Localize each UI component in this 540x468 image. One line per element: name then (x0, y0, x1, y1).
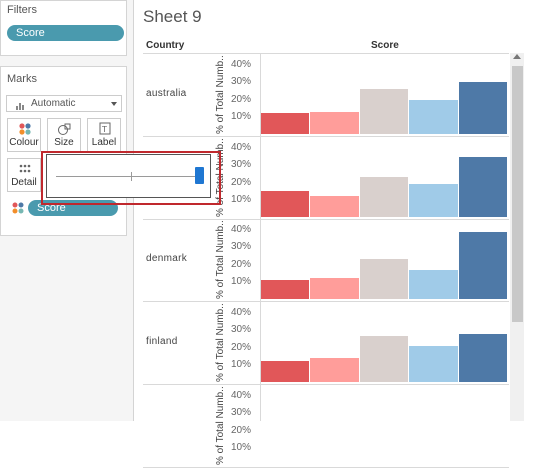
y-tick-label: 40% (231, 142, 252, 154)
y-tick-label: 10% (231, 193, 252, 205)
y-tick-label: 30% (231, 159, 252, 171)
size-slider-midpoint (131, 172, 132, 181)
mark-type-label: Automatic (31, 98, 76, 109)
pane-divider (261, 301, 509, 302)
filters-title: Filters (7, 4, 37, 16)
left-shelf-panel: Filters Score Marks Automatic Colour Siz… (0, 0, 134, 421)
y-tick-label: 10% (231, 441, 252, 453)
chevron-down-icon (111, 102, 117, 106)
score-column-header[interactable]: Score (371, 40, 399, 51)
score-bar[interactable] (458, 82, 507, 134)
y-tick-label: 20% (231, 176, 252, 188)
filters-card: Filters Score (0, 0, 127, 56)
size-label: Size (54, 137, 74, 148)
y-tick-label: 40% (231, 307, 252, 319)
text-label-icon: T (88, 122, 120, 136)
y-tick-label: 40% (231, 59, 252, 71)
score-bar[interactable] (458, 333, 507, 382)
detail-dots-icon (8, 162, 40, 176)
y-tick-label: 30% (231, 241, 252, 253)
filter-score-pill[interactable]: Score (7, 25, 124, 41)
score-bar[interactable] (409, 345, 458, 382)
pane-divider (143, 136, 261, 137)
country-row-label[interactable]: australia (146, 88, 187, 99)
score-bar[interactable] (409, 99, 458, 134)
score-bar[interactable] (409, 269, 458, 299)
sheet-title: Sheet 9 (143, 7, 202, 26)
pane-divider (261, 136, 509, 137)
score-bar[interactable] (409, 184, 458, 217)
y-axis-title: % of Total Numb.. (215, 55, 226, 134)
colour-button[interactable]: Colour (7, 118, 41, 152)
bar-chart-icon (16, 100, 25, 110)
score-bar[interactable] (359, 89, 409, 134)
score-bar[interactable] (261, 191, 310, 217)
size-button[interactable]: Size (47, 118, 81, 152)
y-tick-label: 30% (231, 324, 252, 336)
pane-divider (261, 219, 509, 220)
y-axis-title: % of Total Numb.. (215, 386, 226, 465)
axis-divider (260, 54, 261, 421)
y-tick-label: 10% (231, 110, 252, 122)
colour-dots-icon (8, 122, 40, 136)
marks-title: Marks (7, 73, 37, 85)
svg-text:T: T (101, 125, 107, 134)
y-tick-label: 10% (231, 358, 252, 370)
score-bar[interactable] (310, 196, 359, 217)
detail-label: Detail (11, 177, 37, 188)
mark-type-dropdown[interactable]: Automatic (6, 95, 122, 112)
y-tick-label: 40% (231, 390, 252, 402)
score-bar[interactable] (310, 357, 359, 382)
score-bar[interactable] (310, 111, 359, 134)
pane-divider (261, 384, 509, 385)
scroll-up-icon[interactable] (513, 54, 521, 59)
y-tick-label: 20% (231, 258, 252, 270)
y-tick-label: 30% (231, 76, 252, 88)
pane-divider (143, 301, 261, 302)
detail-button[interactable]: Detail (7, 158, 41, 192)
y-tick-label: 30% (231, 407, 252, 419)
label-label: Label (91, 137, 117, 148)
country-row-label[interactable]: denmark (146, 253, 187, 264)
y-tick-label: 20% (231, 341, 252, 353)
size-slider-track[interactable] (56, 176, 196, 177)
score-bar[interactable] (261, 361, 310, 382)
score-bar[interactable] (458, 231, 507, 299)
label-button[interactable]: T Label (87, 118, 121, 152)
scrollbar-thumb[interactable] (512, 66, 523, 322)
y-tick-label: 10% (231, 275, 252, 287)
y-tick-label: 20% (231, 93, 252, 105)
y-axis-title: % of Total Numb.. (215, 220, 226, 299)
score-bar[interactable] (359, 177, 409, 217)
score-bar[interactable] (359, 259, 409, 299)
score-bar[interactable] (261, 113, 310, 134)
score-bar[interactable] (261, 280, 310, 299)
score-bar[interactable] (458, 156, 507, 217)
country-row-label[interactable]: finland (146, 336, 178, 347)
score-bar[interactable] (359, 335, 409, 382)
score-bar[interactable] (310, 278, 359, 299)
pane-divider (143, 219, 261, 220)
colour-dots-icon (12, 201, 24, 214)
size-slider-thumb[interactable] (195, 167, 204, 184)
header-divider (143, 53, 509, 54)
pane-divider (143, 384, 261, 385)
y-tick-label: 40% (231, 224, 252, 236)
country-column-header[interactable]: Country (146, 40, 184, 51)
y-axis-title: % of Total Numb.. (215, 303, 226, 382)
y-tick-label: 20% (231, 424, 252, 436)
size-shapes-icon (48, 122, 80, 136)
colour-label: Colour (9, 137, 39, 148)
